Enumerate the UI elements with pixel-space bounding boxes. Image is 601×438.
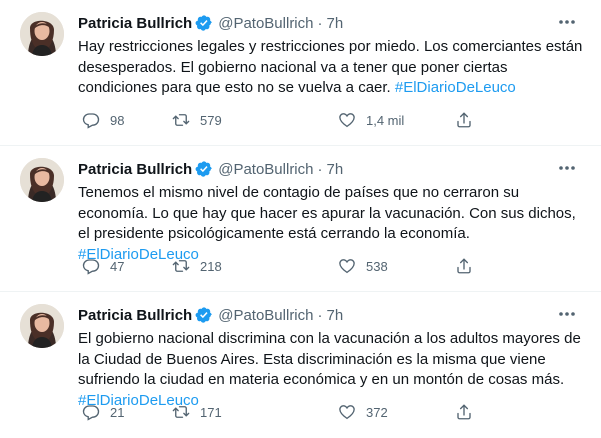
like-button[interactable]: 1,4 mil [338,110,404,130]
heart-icon [339,259,355,274]
tweet-text: Tenemos el mismo nivel de contagio de pa… [78,183,583,265]
hashtag-link[interactable]: #ElDiarioDeLeuco [395,79,516,96]
author-name[interactable]: Patricia Bullrich [78,161,192,178]
separator-dot: · [317,14,323,32]
retweet-button[interactable]: 579 [172,110,222,130]
tweet-body: El gobierno nacional discrimina con la v… [78,330,581,388]
retweet-icon [172,114,190,126]
reply-count: 21 [110,404,125,420]
tweet-text: El gobierno nacional discrimina con la v… [78,329,583,411]
like-count: 372 [366,404,388,420]
heart-icon [339,113,355,128]
tweet[interactable]: Patricia Bullrich @PatoBullrich · 7h Hay… [0,0,601,146]
author-name[interactable]: Patricia Bullrich [78,15,192,32]
avatar[interactable] [20,304,64,348]
tweet-timestamp[interactable]: 7h [327,307,344,324]
tweet-header: Patricia Bullrich @PatoBullrich · 7h [78,13,343,33]
author-name[interactable]: Patricia Bullrich [78,307,192,324]
reply-button[interactable]: 98 [82,110,124,130]
tweet-header: Patricia Bullrich @PatoBullrich · 7h [78,159,343,179]
retweet-count: 171 [200,404,222,420]
verified-badge-icon [195,160,213,178]
like-button[interactable]: 538 [338,256,388,276]
heart-icon [339,405,355,420]
tweet-header: Patricia Bullrich @PatoBullrich · 7h [78,305,343,325]
author-handle[interactable]: @PatoBullrich [218,161,313,178]
tweet-text: Hay restricciones legales y restriccione… [78,37,583,99]
verified-badge-icon [195,14,213,32]
author-handle[interactable]: @PatoBullrich [218,307,313,324]
separator-dot: · [317,306,323,324]
author-handle[interactable]: @PatoBullrich [218,15,313,32]
like-count: 538 [366,258,388,274]
retweet-button[interactable]: 218 [172,256,222,276]
share-icon [457,258,471,274]
share-icon [457,404,471,420]
share-button[interactable] [455,256,473,276]
tweet[interactable]: Patricia Bullrich @PatoBullrich · 7h Ten… [0,146,601,292]
more-options-icon[interactable] [555,14,579,30]
more-options-icon[interactable] [555,160,579,176]
retweet-icon [172,260,190,272]
reply-count: 98 [110,112,125,128]
retweet-count: 579 [200,112,222,128]
tweet-actions: 98 579 1,4 mil [78,110,498,130]
avatar[interactable] [20,12,64,56]
separator-dot: · [317,160,323,178]
reply-count: 47 [110,258,125,274]
retweet-count: 218 [200,258,222,274]
tweet-actions: 47 218 538 [78,256,498,276]
retweet-button[interactable]: 171 [172,402,222,422]
tweet-actions: 21 171 372 [78,402,498,422]
reply-icon [82,259,100,275]
tweet-feed: Patricia Bullrich @PatoBullrich · 7h Hay… [0,0,601,438]
reply-button[interactable]: 21 [82,402,124,422]
reply-icon [82,113,100,129]
tweet-timestamp[interactable]: 7h [327,15,344,32]
retweet-icon [172,406,190,418]
more-options-icon[interactable] [555,306,579,322]
share-button[interactable] [455,110,473,130]
like-button[interactable]: 372 [338,402,388,422]
share-button[interactable] [455,402,473,422]
like-count: 1,4 mil [366,112,405,128]
avatar[interactable] [20,158,64,202]
reply-button[interactable]: 47 [82,256,124,276]
reply-icon [82,405,100,421]
tweet[interactable]: Patricia Bullrich @PatoBullrich · 7h El … [0,292,601,438]
share-icon [457,112,471,128]
tweet-body: Tenemos el mismo nivel de contagio de pa… [78,184,576,242]
verified-badge-icon [195,306,213,324]
tweet-timestamp[interactable]: 7h [327,161,344,178]
